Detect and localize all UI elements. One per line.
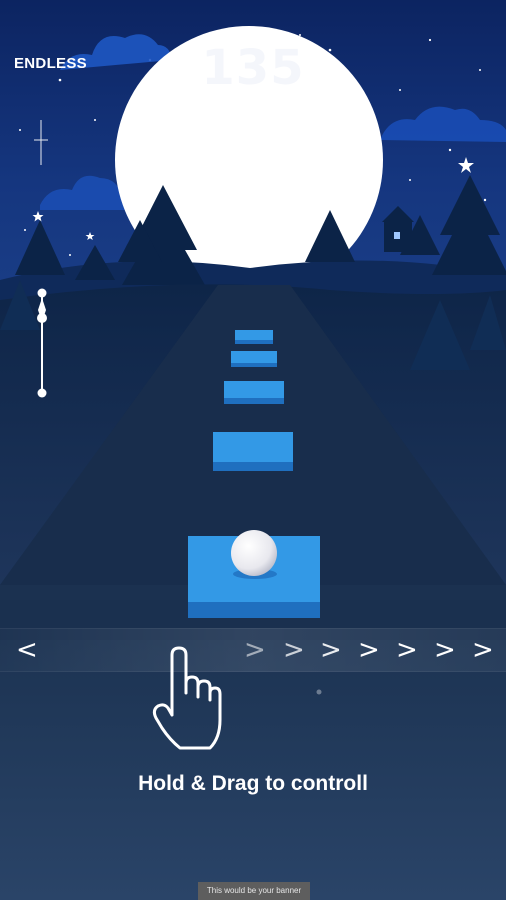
tile bbox=[235, 330, 273, 344]
ball bbox=[231, 530, 277, 576]
lower-panel bbox=[0, 640, 506, 900]
instruction-text: Hold & Drag to controll bbox=[138, 772, 368, 795]
right-arrow[interactable]: > bbox=[320, 630, 342, 670]
right-arrow[interactable]: > bbox=[358, 630, 380, 670]
ad-banner[interactable]: This would be your banner bbox=[198, 882, 310, 900]
tile bbox=[231, 351, 277, 367]
game-scene bbox=[0, 0, 506, 900]
right-arrow[interactable]: > bbox=[472, 630, 494, 670]
right-arrow[interactable]: > bbox=[244, 630, 266, 670]
tile bbox=[213, 432, 293, 471]
left-arrow[interactable]: < bbox=[16, 630, 38, 670]
score-counter: 135 bbox=[201, 40, 305, 96]
right-arrow[interactable]: > bbox=[434, 630, 456, 670]
right-arrow[interactable]: > bbox=[283, 630, 305, 670]
right-arrow[interactable]: > bbox=[396, 630, 418, 670]
tile bbox=[224, 381, 284, 404]
